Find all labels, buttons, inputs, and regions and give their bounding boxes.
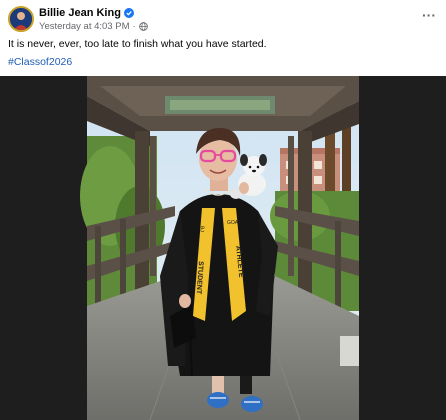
author-avatar[interactable] [8,6,34,32]
stole-right-small: GOAT [227,220,241,226]
post-photo[interactable]: STUDENT BJ ATHLETE GOAT [0,76,446,420]
meta-separator: · [132,21,136,32]
post-header: Billie Jean King Yesterday at 4:03 PM · … [0,0,446,38]
verified-badge-icon [123,8,134,18]
more-options-icon[interactable]: ··· [422,8,436,22]
post-meta: Yesterday at 4:03 PM · [39,21,148,32]
stole-left-small: BJ [199,226,205,233]
hashtag-link[interactable]: #Classof2026 [8,56,72,68]
avatar-image [10,8,32,30]
post-caption: It is never, ever, too late to finish wh… [8,38,267,50]
globe-icon[interactable] [138,22,148,31]
post-timestamp[interactable]: Yesterday at 4:03 PM [39,21,129,32]
author-name[interactable]: Billie Jean King [39,7,121,19]
author-name-row: Billie Jean King [39,7,134,19]
graduation-photo: STUDENT BJ ATHLETE GOAT [0,76,446,420]
